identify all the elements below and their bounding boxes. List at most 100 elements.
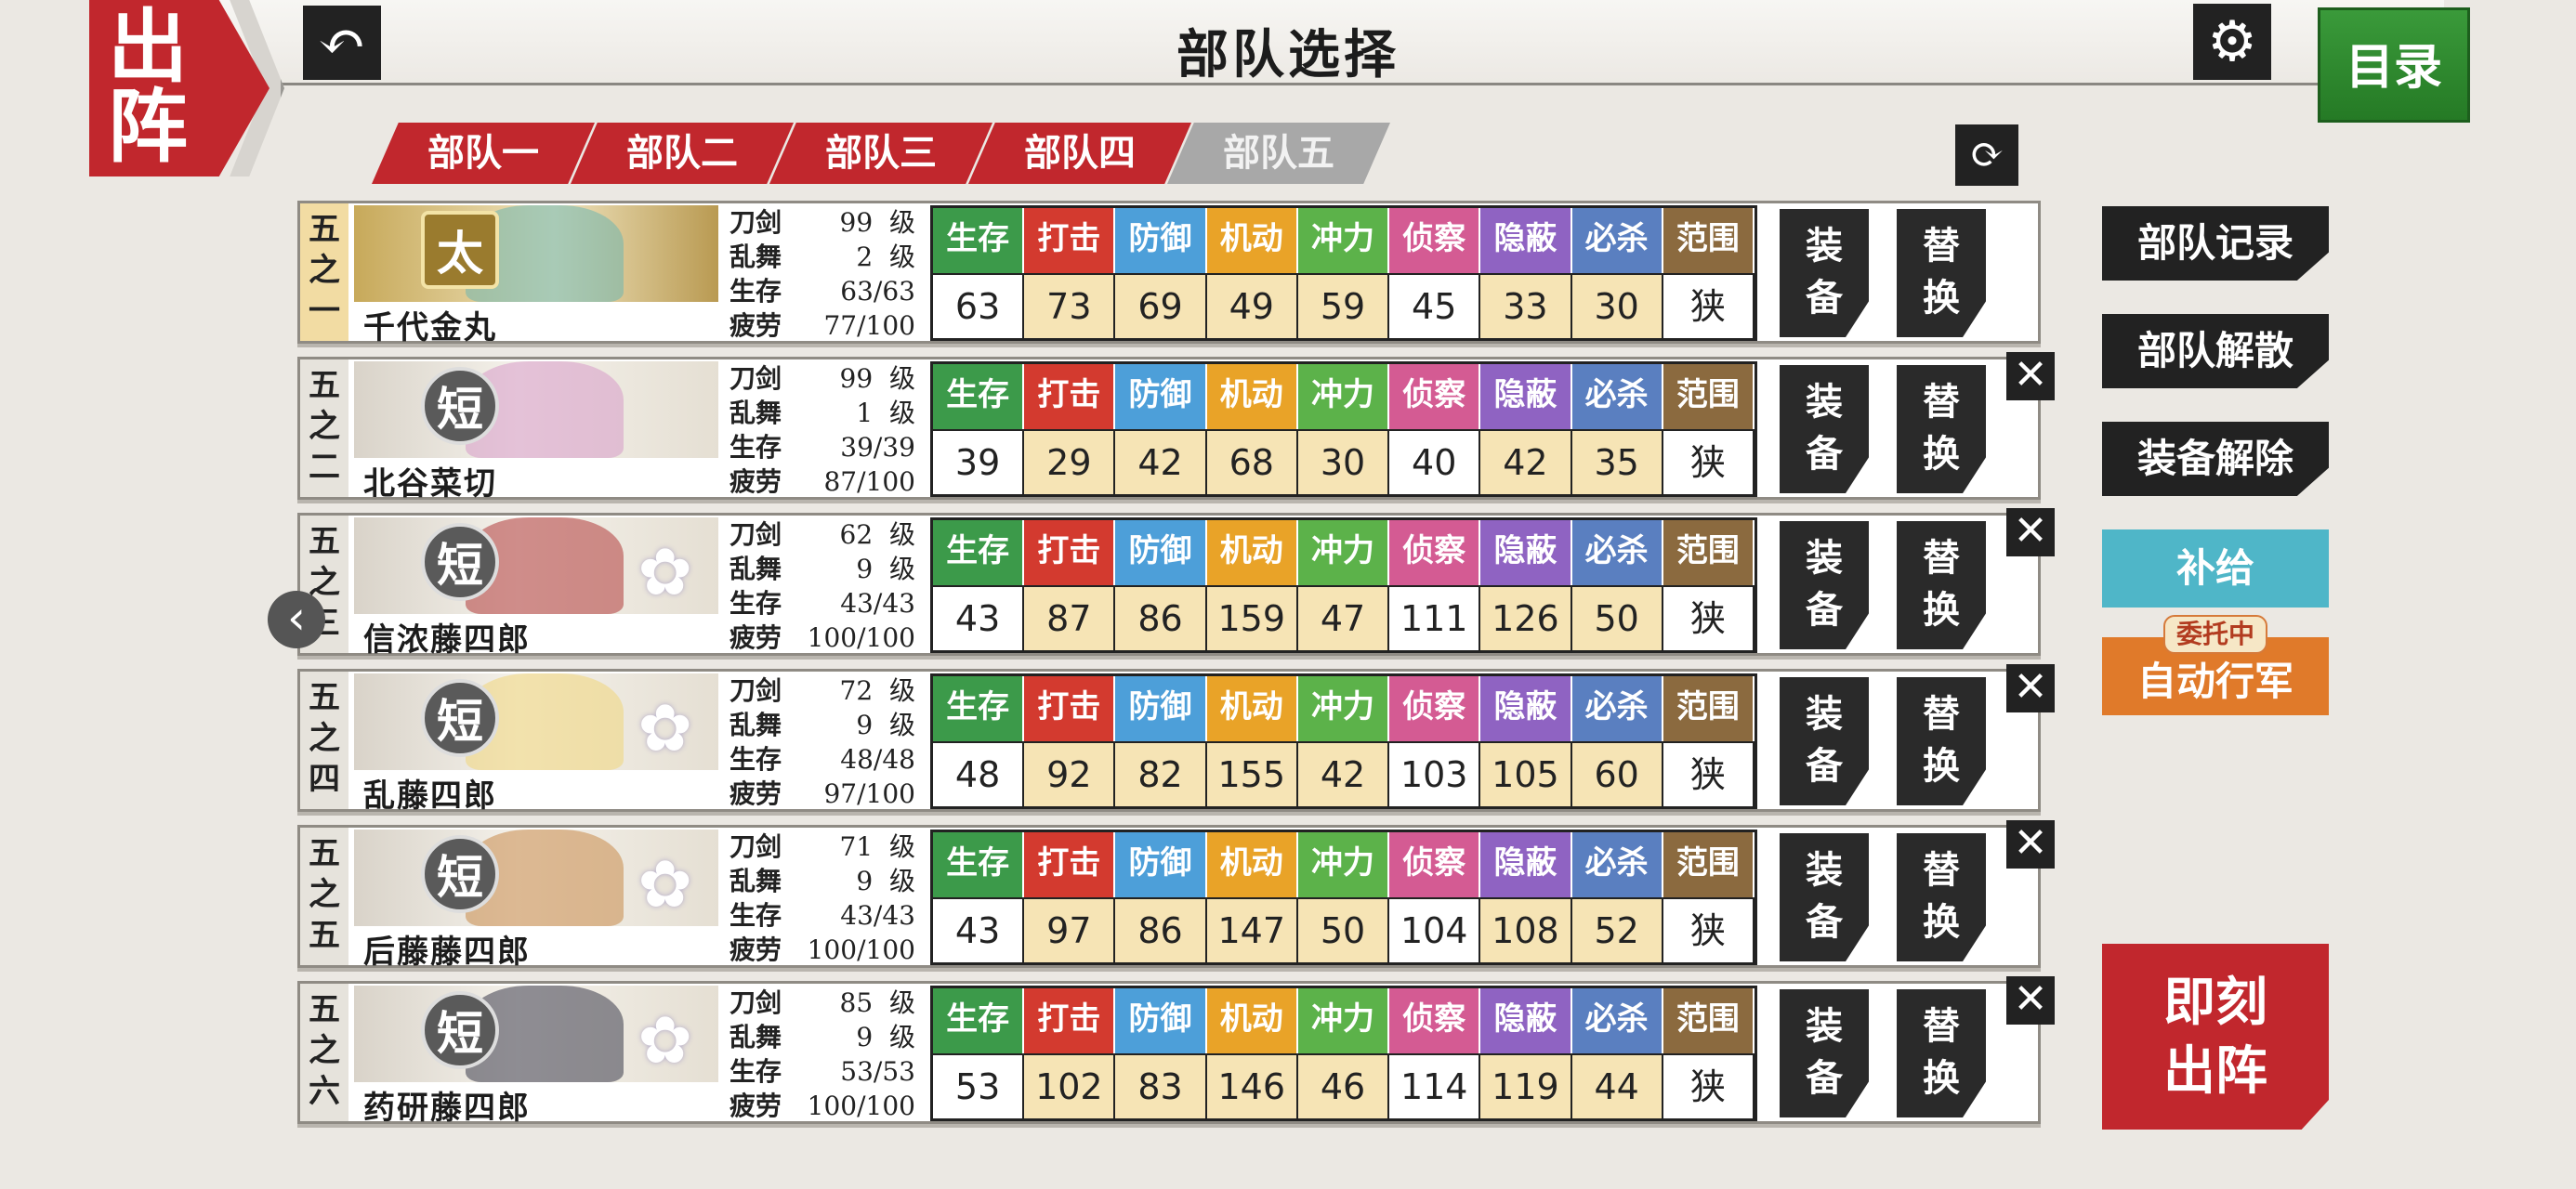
stat-header: 防御: [1115, 364, 1207, 429]
stat-value: 60: [1571, 741, 1663, 806]
stat-value: 43: [933, 585, 1025, 650]
stat-header: 隐蔽: [1480, 208, 1572, 273]
info-label-hp: 生存: [729, 588, 782, 619]
unit-ranbu: 9: [856, 710, 874, 740]
slot-char: 之: [309, 252, 340, 289]
equip-button[interactable]: 装 备: [1780, 209, 1869, 337]
unequip-all-button[interactable]: 装备解除: [2102, 422, 2329, 496]
supply-button[interactable]: 补给: [2102, 529, 2329, 608]
remove-unit-button[interactable]: ✕: [2006, 976, 2055, 1025]
refresh-button[interactable]: ⟳: [1955, 124, 2018, 186]
stat-header: 生存: [933, 520, 1025, 585]
gear-icon: ⚙: [2207, 9, 2257, 74]
swap-button[interactable]: 替 换: [1897, 209, 1986, 337]
stat-header: 打击: [1024, 832, 1116, 897]
swap-label-2: 换: [1923, 744, 1960, 788]
equip-label-1: 装: [1806, 1004, 1843, 1048]
stat-header: 范围: [1663, 208, 1755, 273]
catalog-button[interactable]: 目录: [2318, 7, 2470, 123]
launch-sortie-button[interactable]: 即刻 出阵: [2102, 944, 2329, 1130]
info-label-fatigue: 疲劳: [729, 466, 782, 497]
carousel-prev-button[interactable]: ‹: [268, 591, 325, 648]
info-label-ranbu: 乱舞: [729, 554, 782, 584]
unit-row: 五之一 太 千代金丸 刀剑 99 级 乱舞 2 级 生存 63/63 疲劳 77/100…: [297, 201, 2041, 346]
settings-button[interactable]: ⚙: [2193, 4, 2271, 80]
sword-portrait[interactable]: 短: [354, 361, 718, 458]
info-label-ranbu: 乱舞: [729, 710, 782, 740]
swap-label-1: 替: [1923, 692, 1960, 736]
tab-team-1[interactable]: 部队一: [372, 123, 595, 184]
sword-name: 千代金丸: [363, 309, 497, 346]
unit-hp: 43/43: [840, 900, 915, 931]
close-icon: ✕: [2013, 663, 2048, 711]
unit-level: 85: [839, 987, 874, 1018]
sword-portrait[interactable]: ✿ 短: [354, 986, 718, 1082]
stat-header: 生存: [933, 364, 1025, 429]
stat-value: 63: [933, 273, 1025, 338]
equip-button[interactable]: 装 备: [1780, 677, 1869, 805]
launch-label-2: 出阵: [2163, 1040, 2267, 1102]
stat-table: 生存 打击 防御 机动 冲力 侦察 隐蔽 必杀 范围 63 73 69 49 59 45 33 30 狭: [930, 205, 1757, 341]
stat-value: 29: [1024, 429, 1116, 494]
swap-button[interactable]: 替 换: [1897, 365, 1986, 493]
remove-unit-button[interactable]: ✕: [2006, 664, 2055, 712]
equip-label-1: 装: [1806, 536, 1843, 580]
stat-header: 侦察: [1389, 988, 1481, 1053]
sword-portrait[interactable]: ✿ 短: [354, 830, 718, 926]
stat-header: 必杀: [1571, 676, 1663, 741]
team-disband-button[interactable]: 部队解散: [2102, 314, 2329, 388]
sword-portrait[interactable]: 太: [354, 205, 718, 302]
stat-header: 机动: [1206, 832, 1298, 897]
slot-char: 之: [309, 408, 340, 445]
stat-header: 冲力: [1297, 208, 1390, 273]
info-label-hp: 生存: [729, 1056, 782, 1087]
remove-unit-button[interactable]: ✕: [2006, 508, 2055, 556]
equip-button[interactable]: 装 备: [1780, 989, 1869, 1117]
stat-header: 机动: [1206, 208, 1298, 273]
tab-team-4[interactable]: 部队四: [968, 123, 1191, 184]
swap-label-2: 换: [1923, 588, 1960, 632]
close-icon: ✕: [2013, 351, 2048, 399]
swap-button[interactable]: 替 换: [1897, 521, 1986, 649]
unit-level: 99: [839, 363, 874, 394]
swap-button[interactable]: 替 换: [1897, 989, 1986, 1117]
stat-value: 105: [1480, 741, 1572, 806]
stat-header: 打击: [1024, 364, 1116, 429]
sword-portrait[interactable]: ✿ 短: [354, 673, 718, 770]
stat-header: 必杀: [1571, 520, 1663, 585]
slot-label: 五之二: [300, 359, 348, 497]
unit-hp: 63/63: [840, 276, 915, 307]
stat-header: 隐蔽: [1480, 364, 1572, 429]
slot-char: 之: [309, 720, 340, 757]
tab-team-2[interactable]: 部队二: [571, 123, 794, 184]
stat-value: 155: [1206, 741, 1298, 806]
slot-label: 五之五: [300, 828, 348, 965]
tab-team-5[interactable]: 部队五: [1167, 123, 1390, 184]
equip-button[interactable]: 装 备: [1780, 521, 1869, 649]
equip-button[interactable]: 装 备: [1780, 833, 1869, 961]
level-unit: 级: [888, 207, 915, 238]
equip-label-1: 装: [1806, 692, 1843, 736]
info-label-sword: 刀剑: [729, 675, 782, 706]
swap-label-1: 替: [1923, 1004, 1960, 1048]
remove-unit-button[interactable]: ✕: [2006, 820, 2055, 869]
stat-value: 52: [1571, 897, 1663, 962]
stat-value: 42: [1297, 741, 1390, 806]
equip-button[interactable]: 装 备: [1780, 365, 1869, 493]
equip-label-1: 装: [1806, 848, 1843, 892]
stat-header: 范围: [1663, 520, 1755, 585]
stat-value: 33: [1480, 273, 1572, 338]
equip-label-2: 备: [1806, 432, 1843, 476]
sword-portrait[interactable]: ✿ 短: [354, 517, 718, 614]
tab-team-3[interactable]: 部队三: [769, 123, 992, 184]
slot-char: 五: [309, 917, 340, 954]
stat-header: 生存: [933, 988, 1025, 1053]
team-record-button[interactable]: 部队记录: [2102, 206, 2329, 281]
stat-value: 30: [1571, 273, 1663, 338]
swap-button[interactable]: 替 换: [1897, 677, 1986, 805]
stat-header: 冲力: [1297, 988, 1390, 1053]
unit-info: 刀剑 99 级 乱舞 1 级 生存 39/39 疲劳 87/100: [729, 361, 915, 499]
remove-unit-button[interactable]: ✕: [2006, 352, 2055, 400]
equip-label-2: 备: [1806, 588, 1843, 632]
swap-button[interactable]: 替 换: [1897, 833, 1986, 961]
